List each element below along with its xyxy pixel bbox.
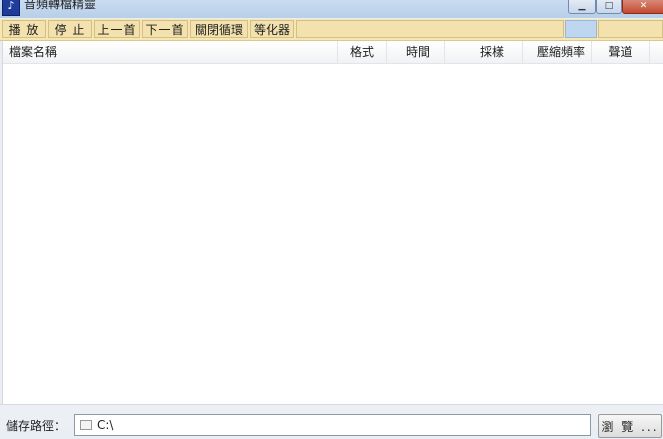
toolbar-blue-panel <box>565 20 597 38</box>
column-header-sample-rate[interactable]: 採樣 <box>445 41 523 63</box>
save-path-field[interactable]: C:\ <box>74 414 591 436</box>
save-path-label: 儲存路徑： <box>6 419 67 433</box>
column-header-filename[interactable]: 檔案名稱 <box>3 41 338 63</box>
music-note-icon: ♪ <box>2 0 20 16</box>
toolbar-spacer <box>296 20 564 38</box>
next-track-button[interactable]: 下一首 <box>142 20 188 38</box>
minimize-button[interactable]: ▁ <box>568 0 596 14</box>
column-header-bitrate[interactable]: 壓縮頻率 <box>523 41 592 63</box>
save-path-bar: 儲存路徑： C:\ 瀏 覽 ... <box>0 404 663 438</box>
equalizer-button[interactable]: 等化器 <box>250 20 294 38</box>
toolbar-right-panel <box>598 20 663 38</box>
save-path-value: C:\ <box>97 418 114 432</box>
close-button[interactable]: ✕ <box>622 0 663 14</box>
file-list[interactable]: 檔案名稱 格式 時間 採樣 壓縮頻率 聲道 <box>2 41 663 404</box>
folder-icon <box>80 420 92 430</box>
toolbar: 播 放 停 止 上一首 下一首 關閉循環 等化器 <box>0 19 663 41</box>
window-title: 音頻轉檔精靈 <box>24 0 97 11</box>
browse-button[interactable]: 瀏 覽 ... <box>598 414 662 438</box>
column-header-format[interactable]: 格式 <box>338 41 387 63</box>
column-header-time[interactable]: 時間 <box>387 41 445 63</box>
play-button[interactable]: 播 放 <box>2 20 46 38</box>
loop-toggle-button[interactable]: 關閉循環 <box>190 20 248 38</box>
stop-button[interactable]: 停 止 <box>48 20 92 38</box>
column-header-channels[interactable]: 聲道 <box>592 41 650 63</box>
maximize-button[interactable]: □ <box>596 0 622 14</box>
previous-track-button[interactable]: 上一首 <box>94 20 140 38</box>
list-header: 檔案名稱 格式 時間 採樣 壓縮頻率 聲道 <box>3 41 663 64</box>
title-bar: ♪ 音頻轉檔精靈 ▁ □ ✕ <box>0 0 663 18</box>
